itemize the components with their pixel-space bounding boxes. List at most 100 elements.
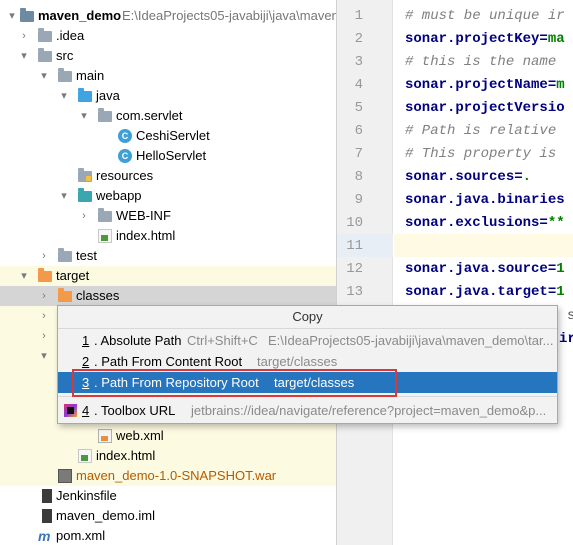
mnemonic: 4	[82, 403, 90, 418]
tree-row-web-xml[interactable]: web.xml	[0, 426, 336, 446]
tree-row-classes[interactable]: › classes	[0, 286, 336, 306]
line-number: 9	[354, 192, 363, 208]
module-folder-icon	[20, 8, 34, 22]
code-line[interactable]: sonar.projectName=m	[405, 74, 565, 97]
tree-row-web-inf[interactable]: › WEB-INF	[0, 206, 336, 226]
menu-item-absolute-path[interactable]: 1 . Absolute Path Ctrl+Shift+C E:\IdeaPr…	[58, 330, 557, 351]
chevron-right-icon[interactable]: ›	[38, 306, 50, 326]
tree-row-ceshiservlet[interactable]: C CeshiServlet	[0, 126, 336, 146]
tree-item-label: Jenkinsfile	[56, 488, 117, 503]
chevron-down-icon[interactable]: ▾	[38, 66, 50, 86]
property-key: sonar.java.source=	[405, 261, 557, 277]
root-path: E:\IdeaProjects05-javabiji\java\maven	[122, 8, 336, 23]
code-line[interactable]: # this is the name	[405, 51, 556, 74]
tree-item-label: index.html	[96, 448, 156, 463]
tree-row-helloservlet[interactable]: C HelloServlet	[0, 146, 336, 166]
tree-item-label: index.html	[116, 228, 176, 243]
line-number: 10	[346, 215, 363, 231]
tree-row-war[interactable]: maven_demo-1.0-SNAPSHOT.war	[0, 466, 336, 486]
chevron-right-icon[interactable]: ›	[38, 286, 50, 306]
tree-row-target-index-html[interactable]: index.html	[0, 446, 336, 466]
package-icon	[98, 108, 112, 122]
code-line[interactable]: # must be unique ir	[405, 5, 565, 28]
tree-item-label: com.servlet	[116, 108, 183, 123]
code-fragment: s	[567, 308, 573, 324]
tree-item-label: maven_demo.iml	[56, 508, 155, 523]
resources-folder-icon	[78, 168, 92, 182]
tree-row-iml[interactable]: maven_demo.iml	[0, 506, 336, 526]
mnemonic: 1	[82, 333, 90, 348]
menu-item-toolbox-url[interactable]: 4 . Toolbox URL jetbrains://idea/navigat…	[58, 400, 557, 421]
code-fragment: ir	[559, 331, 573, 347]
tree-row-resources[interactable]: resources	[0, 166, 336, 186]
class-icon: C	[118, 149, 132, 163]
tree-item-label: test	[76, 248, 97, 263]
code-line[interactable]: sonar.projectKey=ma	[405, 28, 565, 51]
code-line[interactable]: sonar.projectVersio	[405, 97, 565, 120]
class-icon: C	[118, 129, 132, 143]
copy-path-popup: Copy 1 . Absolute Path Ctrl+Shift+C E:\I…	[57, 305, 558, 424]
chevron-down-icon[interactable]: ▾	[18, 266, 30, 286]
code-line[interactable]: sonar.java.target=1	[405, 281, 565, 304]
tree-item-label: pom.xml	[56, 528, 106, 543]
popup-divider	[58, 328, 557, 329]
module-file-icon	[42, 509, 52, 523]
chevron-right-icon[interactable]: ›	[38, 326, 50, 346]
tree-item-label: src	[56, 48, 74, 63]
code-line[interactable]: sonar.exclusions=**	[405, 212, 565, 235]
tree-row-src[interactable]: ▾ src	[0, 46, 336, 66]
property-value: **	[547, 215, 565, 231]
excluded-folder-icon	[38, 268, 52, 282]
property-key: sonar.projectKey=	[405, 31, 548, 47]
line-number: 8	[354, 169, 363, 185]
source-folder-icon	[78, 88, 92, 102]
code-line[interactable]: sonar.java.source=1	[405, 258, 565, 281]
tree-row-target[interactable]: ▾ target	[0, 266, 336, 286]
tree-item-label: java	[96, 88, 120, 103]
tree-row-pom[interactable]: m pom.xml	[0, 526, 336, 545]
tree-row-main[interactable]: ▾ main	[0, 66, 336, 86]
code-line[interactable]: # Path is relative	[405, 120, 556, 143]
tree-row-webapp[interactable]: ▾ webapp	[0, 186, 336, 206]
popup-title: Copy	[292, 309, 323, 324]
tree-row-index-html[interactable]: index.html	[0, 226, 336, 246]
tree-item-label: web.xml	[116, 428, 164, 443]
chevron-down-icon[interactable]: ▾	[18, 46, 30, 66]
code-line[interactable]: # This property is	[405, 143, 556, 166]
current-line-highlight	[394, 234, 573, 257]
tree-row-idea[interactable]: › .idea	[0, 26, 336, 46]
tree-row-java[interactable]: ▾ java	[0, 86, 336, 106]
tree-item-label: resources	[96, 168, 154, 183]
tree-item-label: .idea	[56, 28, 85, 43]
line-number: 1	[354, 8, 363, 24]
line-number: 3	[354, 54, 363, 70]
tree-row-com-servlet[interactable]: ▾ com.servlet	[0, 106, 336, 126]
chevron-right-icon[interactable]: ›	[18, 26, 30, 46]
path-hint: jetbrains://idea/navigate/reference?proj…	[191, 403, 547, 418]
archive-file-icon	[58, 469, 72, 483]
chevron-right-icon[interactable]: ›	[38, 246, 50, 266]
tree-row-test[interactable]: › test	[0, 246, 336, 266]
annotation-highlight-box	[72, 369, 397, 397]
folder-icon	[98, 208, 112, 222]
chevron-down-icon[interactable]: ▾	[58, 86, 70, 106]
chevron-down-icon[interactable]: ▾	[78, 106, 90, 126]
menu-item-label: . Toolbox URL	[94, 403, 176, 418]
tree-item-label: webapp	[96, 188, 142, 203]
folder-icon	[38, 48, 52, 62]
property-key: sonar.projectName=	[405, 77, 557, 93]
code-line[interactable]: sonar.java.binaries	[405, 189, 565, 212]
tree-item-label: main	[76, 68, 105, 83]
tree-row-root[interactable]: ▾ maven_demo E:\IdeaProjects05-javabiji\…	[0, 6, 336, 26]
chevron-down-icon[interactable]: ▾	[58, 186, 70, 206]
code-editor[interactable]: 1 # must be unique ir 2 sonar.projectKey…	[337, 0, 573, 545]
chevron-down-icon[interactable]: ▾	[38, 346, 50, 366]
code-line[interactable]: sonar.sources=.	[405, 166, 531, 189]
maven-icon: m	[38, 528, 51, 544]
folder-icon	[58, 248, 72, 262]
chevron-down-icon[interactable]: ▾	[6, 6, 18, 26]
tree-row-jenkinsfile[interactable]: Jenkinsfile	[0, 486, 336, 506]
menu-item-label: . Absolute Path	[94, 333, 182, 348]
chevron-right-icon[interactable]: ›	[78, 206, 90, 226]
line-number: 4	[354, 77, 363, 93]
